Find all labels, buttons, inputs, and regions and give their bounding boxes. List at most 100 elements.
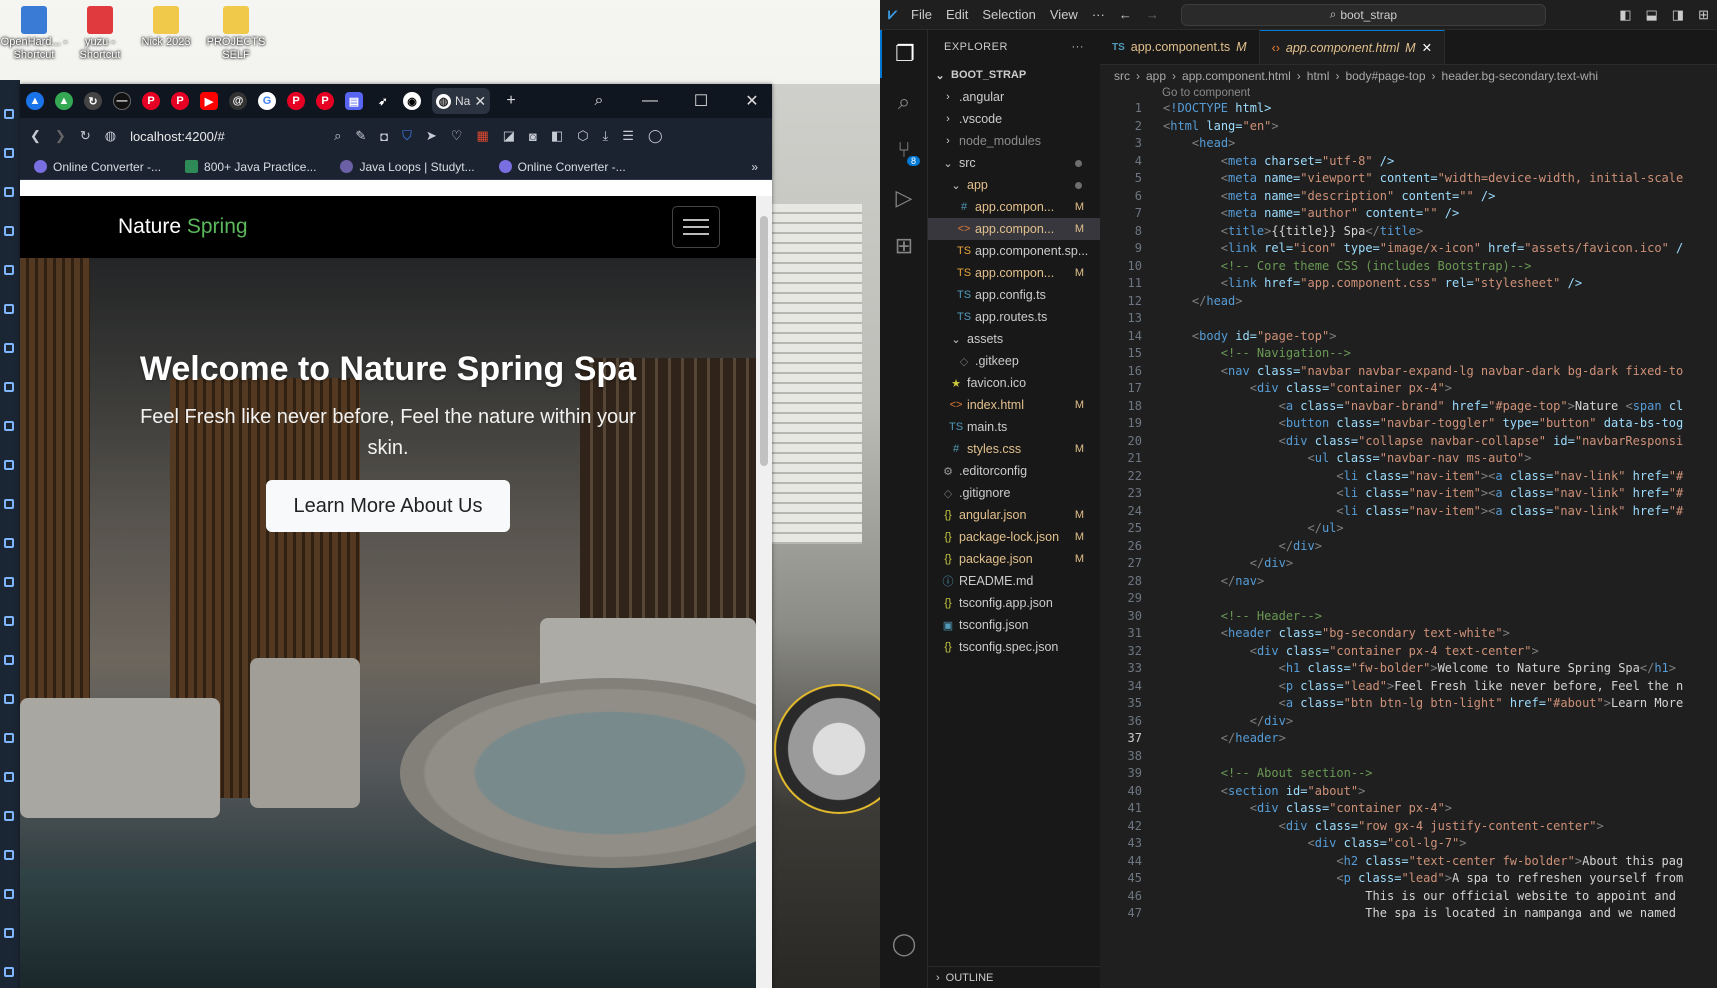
explorer-item[interactable]: # app.compon... M xyxy=(928,196,1100,218)
layout-icon[interactable]: ⊞ xyxy=(1698,7,1709,23)
toggle-sidebar-icon[interactable]: ◧ xyxy=(1619,7,1631,23)
code-line[interactable]: <!-- Navigation--> xyxy=(1163,346,1351,360)
code-editor[interactable]: Go to component 1 <!DOCTYPE html> 2 <html l… xyxy=(1100,87,1717,988)
zoom-icon[interactable]: ⌕ xyxy=(334,128,341,144)
code-line[interactable]: <html lang="en"> xyxy=(1163,119,1279,133)
active-browser-tab[interactable]: ◍ Na ✕ xyxy=(432,88,491,114)
navbar-toggler-button[interactable] xyxy=(672,206,720,248)
explorer-item[interactable]: › .vscode xyxy=(928,108,1100,130)
explorer-item[interactable]: {} tsconfig.app.json xyxy=(928,592,1100,614)
code-line[interactable]: <!-- Header--> xyxy=(1163,609,1322,623)
explorer-item[interactable]: ★ favicon.ico xyxy=(928,372,1100,394)
breadcrumb-item[interactable]: body#page-top xyxy=(1345,69,1425,83)
github-tab-icon[interactable]: ◉ xyxy=(403,92,421,110)
reload-icon[interactable]: ↻ xyxy=(80,128,91,144)
desktop-shortcut[interactable]: Nick 2023 xyxy=(132,6,200,49)
menu-view[interactable]: View xyxy=(1050,7,1078,22)
code-line[interactable]: <link rel="icon" type="image/x-icon" hre… xyxy=(1163,241,1683,255)
explorer-item[interactable]: ⌄ app xyxy=(928,174,1100,196)
explorer-item[interactable]: ⌄ src xyxy=(928,152,1100,174)
google-tab-icon[interactable]: G xyxy=(258,92,276,110)
pinterest-tab-icon[interactable]: P xyxy=(142,92,160,110)
run-debug-icon[interactable]: ▷ xyxy=(880,174,928,222)
heart-icon[interactable]: ♡ xyxy=(451,128,463,144)
page-scrollbar[interactable] xyxy=(756,196,772,988)
explorer-item[interactable]: <> index.html M xyxy=(928,394,1100,416)
code-line[interactable]: <p class="lead">A spa to refreshen yours… xyxy=(1163,871,1683,885)
pinterest-tab-icon[interactable]: P xyxy=(316,92,334,110)
code-line[interactable]: <a class="btn btn-lg btn-light" href="#a… xyxy=(1163,696,1684,710)
screenshot-icon[interactable]: ◘ xyxy=(380,129,388,144)
code-line[interactable]: <!-- About section--> xyxy=(1163,766,1373,780)
learn-more-button[interactable]: Learn More About Us xyxy=(266,480,510,532)
breadcrumb-item[interactable]: app xyxy=(1146,69,1166,83)
code-line[interactable]: </head> xyxy=(1163,294,1243,308)
extensions-icon[interactable]: ⊞ xyxy=(880,222,928,270)
explorer-item[interactable]: ◇ .gitkeep xyxy=(928,350,1100,372)
nav-back-icon[interactable]: ← xyxy=(1119,7,1132,22)
menu-icon[interactable]: ☰ xyxy=(622,128,634,144)
explorer-item[interactable]: TS app.config.ts xyxy=(928,284,1100,306)
code-line[interactable]: <nav class="navbar navbar-expand-lg navb… xyxy=(1163,364,1683,378)
code-line[interactable]: <section id="about"> xyxy=(1163,784,1366,798)
code-line[interactable]: The spa is located in nampanga and we na… xyxy=(1163,906,1676,920)
code-line[interactable]: <div class="collapse navbar-collapse" id… xyxy=(1163,434,1684,448)
back-icon[interactable]: ❮ xyxy=(30,128,41,144)
code-line[interactable]: <li class="nav-item"><a class="nav-link"… xyxy=(1163,486,1683,500)
search-tabs-icon[interactable]: ⌕ xyxy=(579,92,619,110)
cube-icon[interactable]: ⬡ xyxy=(577,128,588,144)
explorer-item[interactable]: {} tsconfig.spec.json xyxy=(928,636,1100,658)
bookmark-item[interactable]: Online Converter -... xyxy=(34,160,161,174)
code-line[interactable]: </div> xyxy=(1163,556,1293,570)
code-line[interactable]: <header class="bg-secondary text-white"> xyxy=(1163,626,1510,640)
account-icon[interactable]: ◯ xyxy=(880,920,928,968)
navbar-brand[interactable]: Nature Spring xyxy=(118,215,248,239)
close-tab-icon[interactable]: ✕ xyxy=(1422,40,1432,55)
code-line[interactable]: <h1 class="fw-bolder">Welcome to Nature … xyxy=(1163,661,1676,675)
search-icon[interactable]: ⌕ xyxy=(880,78,928,126)
printer-tab-icon[interactable]: ▤ xyxy=(345,92,363,110)
source-control-icon[interactable]: ⑂ 8 xyxy=(880,126,928,174)
code-line[interactable]: </div> xyxy=(1163,539,1322,553)
explorer-item[interactable]: TS main.ts xyxy=(928,416,1100,438)
explorer-item[interactable]: {} package.json M xyxy=(928,548,1100,570)
explorer-item[interactable]: ⚙ .editorconfig xyxy=(928,460,1100,482)
code-line[interactable]: <li class="nav-item"><a class="nav-link"… xyxy=(1163,504,1683,518)
code-line[interactable]: </header> xyxy=(1163,731,1286,745)
code-line[interactable]: <meta name="viewport" content="width=dev… xyxy=(1163,171,1683,185)
desktop-shortcut[interactable]: PROJECTS SELF xyxy=(202,6,270,62)
extension-icon[interactable]: ◧ xyxy=(551,128,563,144)
bookmark-item[interactable]: Java Loops | Studyt... xyxy=(340,160,475,174)
maximize-button[interactable]: ☐ xyxy=(681,91,721,111)
close-window-button[interactable]: ✕ xyxy=(732,91,772,111)
tab-app-component-html[interactable]: ‹› app.component.html M ✕ xyxy=(1259,30,1446,64)
menu-file[interactable]: File xyxy=(911,7,932,22)
command-center-search[interactable]: ⌕ boot_strap xyxy=(1180,3,1546,26)
toggle-panel-icon[interactable]: ⬓ xyxy=(1646,7,1658,23)
code-line[interactable]: </div> xyxy=(1163,714,1293,728)
explorer-icon[interactable]: ❐ xyxy=(880,30,928,78)
tab-app-component-ts[interactable]: TS app.component.ts M xyxy=(1100,30,1260,64)
menu-selection[interactable]: Selection xyxy=(982,7,1035,22)
youtube-tab-icon[interactable]: ▶ xyxy=(200,92,218,110)
feather-tab-icon[interactable]: ➶ xyxy=(374,92,392,110)
code-line[interactable]: <link href="app.component.css" rel="styl… xyxy=(1163,276,1582,290)
explorer-item[interactable]: › .angular xyxy=(928,86,1100,108)
explorer-item[interactable]: TS app.compon... M xyxy=(928,262,1100,284)
breadcrumb-item[interactable]: src xyxy=(1114,69,1130,83)
send-icon[interactable]: ➤ xyxy=(426,128,437,144)
drive-tab-icon[interactable]: ▲ xyxy=(26,92,44,110)
code-line[interactable]: <h2 class="text-center fw-bolder">About … xyxy=(1163,854,1683,868)
explorer-item[interactable]: {} angular.json M xyxy=(928,504,1100,526)
bookmark-item[interactable]: Online Converter -... xyxy=(498,160,626,174)
desktop-shortcut[interactable]: yuzu - Shortcut xyxy=(66,6,134,62)
camera-icon[interactable]: ◙ xyxy=(529,129,537,144)
nav-forward-icon[interactable]: → xyxy=(1146,7,1159,22)
explorer-item[interactable]: {} package-lock.json M xyxy=(928,526,1100,548)
explorer-item[interactable]: ▣ tsconfig.json xyxy=(928,614,1100,636)
workspace-root[interactable]: ⌄ BOOT_STRAP xyxy=(928,64,1100,86)
code-line[interactable]: <li class="nav-item"><a class="nav-link"… xyxy=(1163,469,1683,483)
explorer-item[interactable]: TS app.routes.ts xyxy=(928,306,1100,328)
loop-tab-icon[interactable]: ↻ xyxy=(84,92,102,110)
extension-icon[interactable]: ▦ xyxy=(476,128,488,144)
